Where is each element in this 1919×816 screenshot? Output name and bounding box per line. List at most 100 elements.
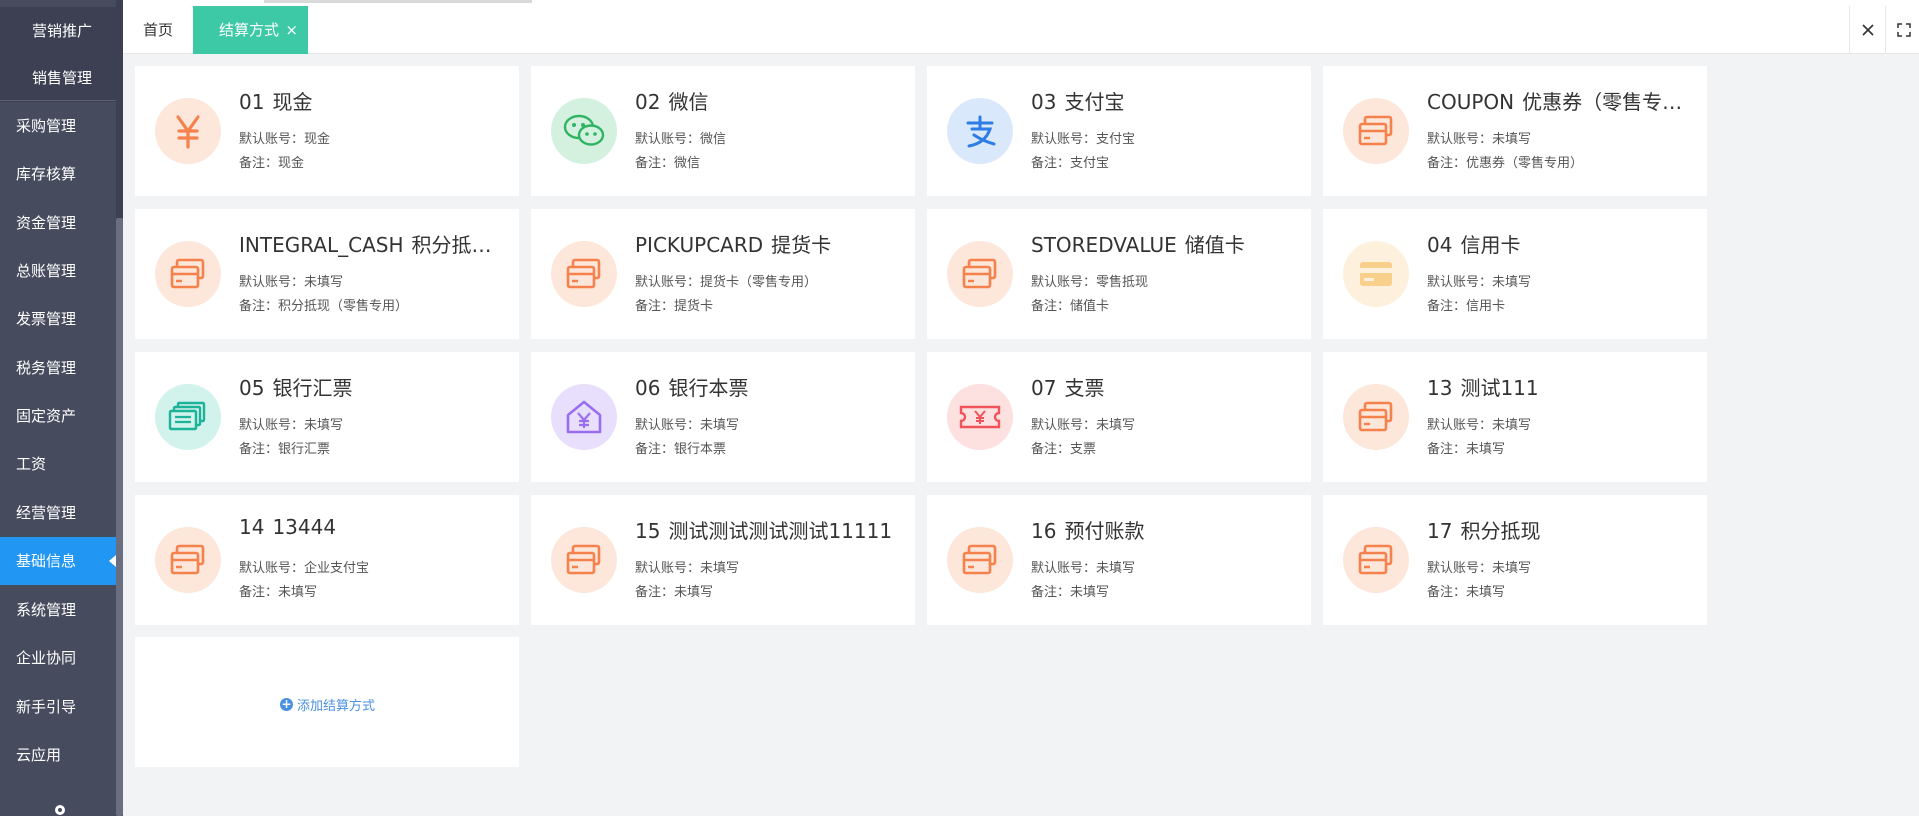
- wechat-icon: [551, 98, 617, 164]
- close-icon: [1862, 24, 1874, 36]
- card-title: 03 支付宝: [1031, 90, 1125, 114]
- card-default-account: 默认账号：未填写: [1427, 561, 1532, 576]
- settlement-card-points-cash[interactable]: 17 积分抵现 默认账号：未填写 备注：未填写: [1323, 495, 1707, 625]
- card-title: 06 银行本票: [635, 376, 749, 400]
- fullscreen-icon: [1897, 23, 1911, 37]
- tab-home[interactable]: 首页: [143, 6, 173, 54]
- card-note: 备注：未填写: [239, 585, 318, 600]
- card-default-account: 默认账号：现金: [239, 132, 331, 147]
- sidebar-item-label: 基础信息: [16, 552, 77, 570]
- card-note: 备注：支付宝: [1031, 156, 1110, 171]
- sidebar-scroll-thumb[interactable]: [116, 218, 123, 816]
- card-default-account: 默认账号：企业支付宝: [239, 561, 370, 576]
- settlement-card-bank-draft[interactable]: 05 银行汇票 默认账号：未填写 备注：银行汇票: [135, 352, 519, 482]
- settlement-card-check[interactable]: 07 支票 默认账号：未填写 备注：支票: [927, 352, 1311, 482]
- credit-card-icon: [1343, 241, 1409, 307]
- add-settlement-method-button[interactable]: + 添加结算方式: [280, 695, 375, 714]
- bank-draft-icon: [155, 384, 221, 450]
- sidebar-item-collaboration[interactable]: 企业协同: [0, 634, 116, 682]
- tab-settlement-methods[interactable]: 结算方式 ×: [193, 6, 308, 54]
- card-title: 15 测试测试测试测试11111: [635, 519, 893, 543]
- sidebar-item-label: 销售管理: [32, 69, 93, 87]
- card-note: 备注：未填写: [1427, 442, 1506, 457]
- sidebar-item-label: 云应用: [16, 746, 62, 764]
- tab-bar: 首页 结算方式 ×: [123, 0, 1919, 54]
- bank-house-icon: [551, 384, 617, 450]
- card-note: 备注：积分抵现（零售专用）: [239, 299, 409, 314]
- sidebar-item-label: 工资: [16, 455, 47, 473]
- sidebar-item-sales[interactable]: 销售管理: [0, 54, 116, 102]
- settlement-card-integral-cash[interactable]: INTEGRAL_CASH积分抵现（零售专用） 默认账号：未填写 备注：积分抵现…: [135, 209, 519, 339]
- card-title: STOREDVALUE 储值卡: [1031, 233, 1245, 257]
- add-settlement-method-card[interactable]: + 添加结算方式: [135, 637, 519, 767]
- card-default-account: 默认账号：未填写: [239, 418, 344, 433]
- sidebar-item-invoice[interactable]: 发票管理: [0, 295, 116, 343]
- sidebar-item-purchase[interactable]: 采购管理: [0, 102, 116, 150]
- fullscreen-button[interactable]: [1885, 6, 1919, 54]
- card-title: 17 积分抵现: [1427, 519, 1541, 543]
- tab-close-icon[interactable]: ×: [285, 6, 298, 54]
- card-title: 05 银行汇票: [239, 376, 353, 400]
- card-note: 备注：银行汇票: [239, 442, 331, 457]
- sidebar-item-label: 资金管理: [16, 214, 77, 232]
- add-settlement-method-label: 添加结算方式: [297, 699, 376, 714]
- card-title: 02 微信: [635, 90, 709, 114]
- sidebar-item-marketing[interactable]: 营销推广: [0, 7, 116, 55]
- sidebar-item-funds[interactable]: 资金管理: [0, 199, 116, 247]
- sidebar-item-payroll[interactable]: 工资: [0, 440, 116, 488]
- sidebar-item-cloud-apps[interactable]: 云应用: [0, 731, 116, 779]
- tab-label: 首页: [143, 21, 174, 39]
- card-title: 01 现金: [239, 90, 313, 114]
- sidebar-item-tax[interactable]: 税务管理: [0, 344, 116, 392]
- card-icon: [155, 527, 221, 593]
- settlement-card-pickupcard[interactable]: PICKUPCARD 提货卡 默认账号：提货卡（零售专用） 备注：提货卡: [531, 209, 915, 339]
- settlement-card-credit-card[interactable]: 04 信用卡 默认账号：未填写 备注：信用卡: [1323, 209, 1707, 339]
- settlement-card-coupon[interactable]: COUPON 优惠券（零售专用） 默认账号：未填写 备注：优惠券（零售专用）: [1323, 66, 1707, 196]
- settlement-card-wechat[interactable]: 02 微信 默认账号：微信 备注：微信: [531, 66, 915, 196]
- sidebar-item-label: 企业协同: [16, 649, 77, 667]
- card-default-account: 默认账号：未填写: [1427, 418, 1532, 433]
- sidebar-item-label: 发票管理: [16, 310, 77, 328]
- card-note: 备注：现金: [239, 156, 305, 171]
- sidebar-item-label: 营销推广: [32, 22, 93, 40]
- card-title: PICKUPCARD 提货卡: [635, 233, 832, 257]
- close-all-button[interactable]: [1849, 6, 1886, 54]
- sidebar-item-ledger[interactable]: 总账管理: [0, 247, 116, 295]
- card-title: COUPON 优惠券（零售专用）: [1427, 90, 1697, 114]
- sidebar-item-basic-info[interactable]: 基础信息: [0, 537, 116, 585]
- card-icon: [947, 527, 1013, 593]
- settlement-card-storedvalue[interactable]: STOREDVALUE 储值卡 默认账号：零售抵现 备注：储值卡: [927, 209, 1311, 339]
- settlement-card-prepaid[interactable]: 16 预付账款 默认账号：未填写 备注：未填写: [927, 495, 1311, 625]
- sidebar-item-operations[interactable]: 经营管理: [0, 489, 116, 537]
- card-note: 备注：储值卡: [1031, 299, 1110, 314]
- card-default-account: 默认账号：未填写: [1031, 418, 1136, 433]
- card-title: 13 测试111: [1427, 376, 1539, 400]
- gear-icon[interactable]: [52, 802, 68, 816]
- settlement-card-cash[interactable]: 01 现金 默认账号：现金 备注：现金: [135, 66, 519, 196]
- card-default-account: 默认账号：微信: [635, 132, 727, 147]
- card-note: 备注：未填写: [1031, 585, 1110, 600]
- card-note: 备注：信用卡: [1427, 299, 1506, 314]
- settlement-card-test-long[interactable]: 15 测试测试测试测试11111 默认账号：未填写 备注：未填写: [531, 495, 915, 625]
- sidebar-item-system[interactable]: 系统管理: [0, 586, 116, 634]
- plus-icon: +: [280, 697, 293, 711]
- settlement-card-13444[interactable]: 14 13444 默认账号：企业支付宝 备注：未填写: [135, 495, 519, 625]
- card-default-account: 默认账号：未填写: [635, 561, 740, 576]
- sidebar-item-label: 总账管理: [16, 262, 77, 280]
- card-title: INTEGRAL_CASH积分抵现（零售专用）: [239, 233, 509, 257]
- sidebar: 营销推广 销售管理 采购管理 库存核算 资金管理 总账管理 发票管理 税务管理 …: [0, 0, 123, 816]
- card-title: 14 13444: [239, 515, 337, 539]
- settlement-card-alipay[interactable]: 03 支付宝 默认账号：支付宝 备注：支付宝: [927, 66, 1311, 196]
- sidebar-item-label: 税务管理: [16, 359, 77, 377]
- sidebar-item-label: 库存核算: [16, 165, 77, 183]
- card-note: 备注：支票: [1031, 442, 1097, 457]
- settlement-card-test111[interactable]: 13 测试111 默认账号：未填写 备注：未填写: [1323, 352, 1707, 482]
- settlement-card-bank-promissory[interactable]: 06 银行本票 默认账号：未填写 备注：银行本票: [531, 352, 915, 482]
- sidebar-item-inventory[interactable]: 库存核算: [0, 150, 116, 198]
- card-note: 备注：未填写: [635, 585, 714, 600]
- ticket-icon: [947, 384, 1013, 450]
- sidebar-item-fixed-assets[interactable]: 固定资产: [0, 392, 116, 440]
- sidebar-item-guide[interactable]: 新手引导: [0, 683, 116, 731]
- active-caret-icon: [109, 555, 116, 567]
- card-icon: [1343, 527, 1409, 593]
